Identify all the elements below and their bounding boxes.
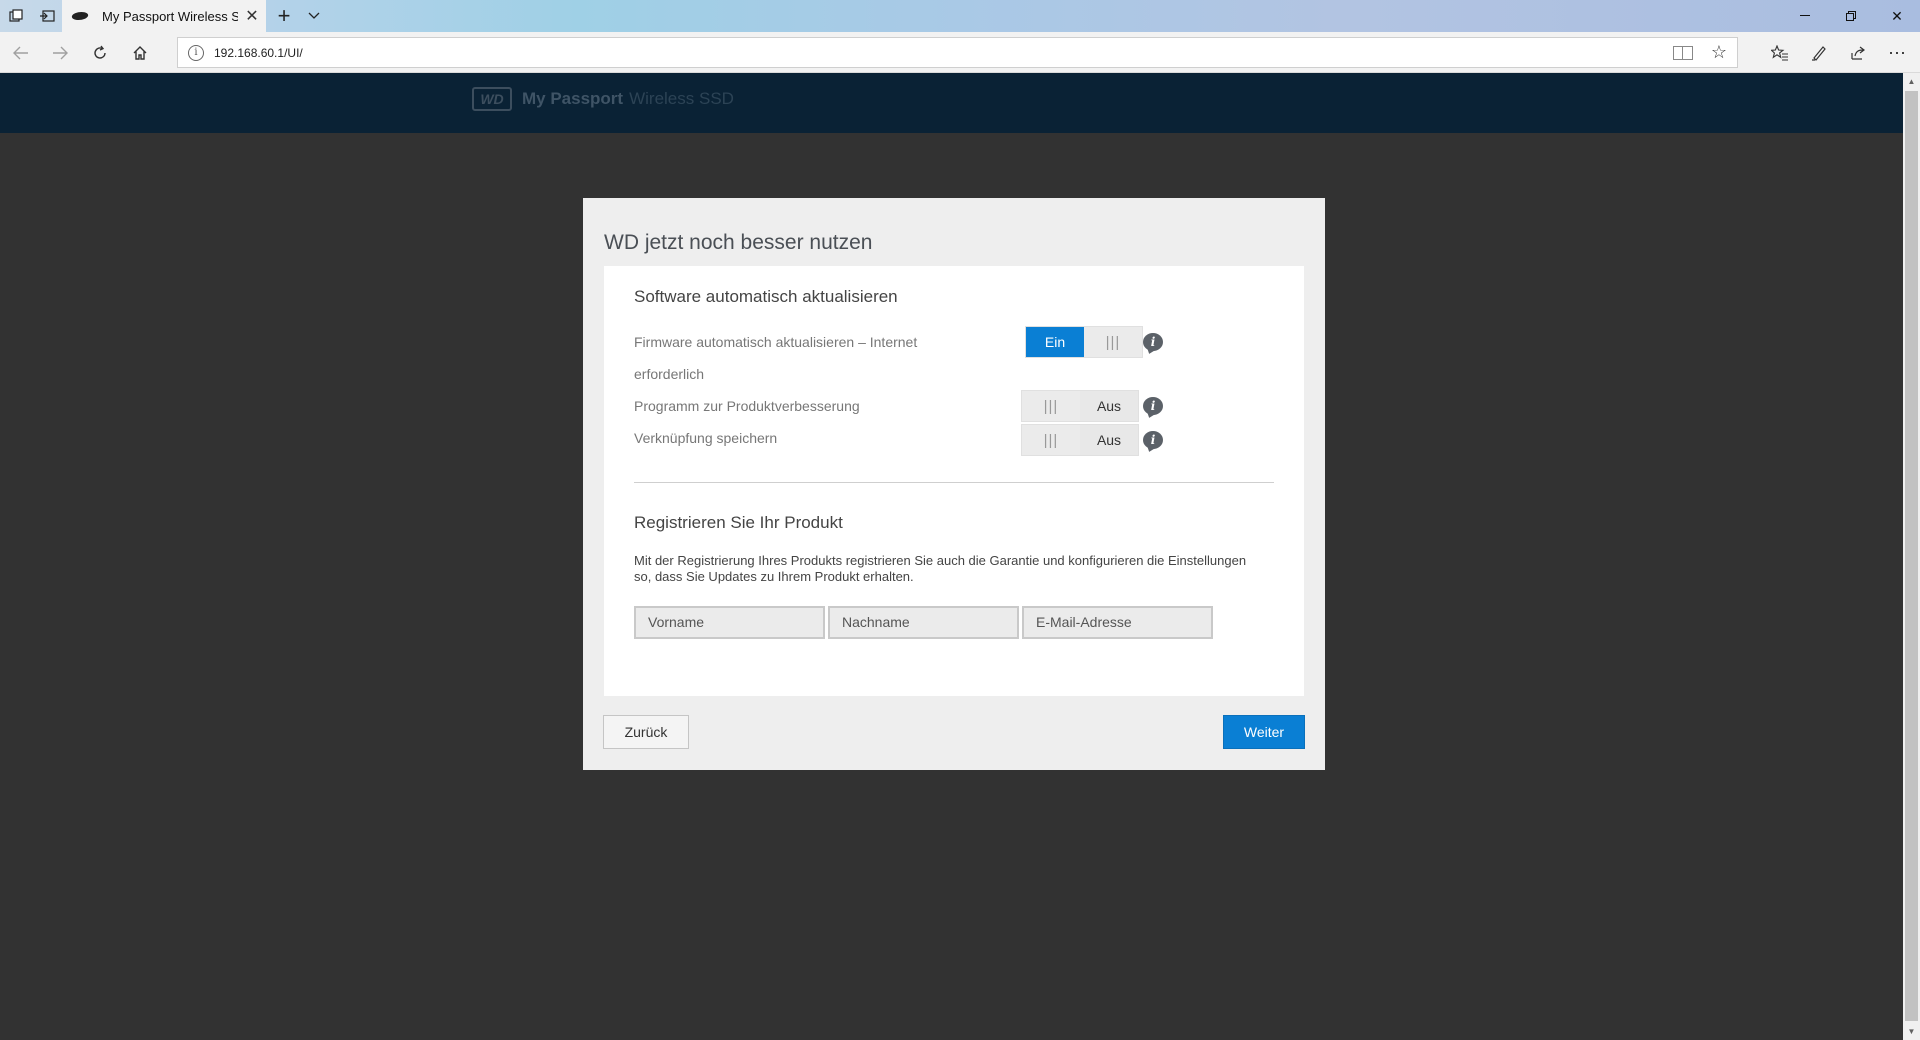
scroll-down-icon[interactable]: ▼ [1903, 1023, 1920, 1040]
browser-navbar: i 192.168.60.1/UI/ ☆ ⋯ [0, 32, 1920, 73]
back-button[interactable]: Zurück [603, 715, 689, 749]
page-scrollbar[interactable]: ▲ ▼ [1903, 73, 1920, 1040]
restore-icon[interactable] [1828, 0, 1874, 32]
firmware-update-label-line2: erforderlich [634, 366, 705, 382]
tab-title: My Passport Wireless S: [102, 8, 238, 24]
home-icon[interactable] [127, 40, 153, 66]
page-content: WD My Passport Wireless SSD WD jetzt noc… [0, 73, 1903, 1040]
firmware-update-label: Firmware automatisch aktualisieren – Int… [634, 326, 917, 390]
toggle-state-off[interactable]: Aus [1080, 391, 1138, 421]
set-aside-tabs-icon[interactable] [38, 7, 56, 25]
url-text[interactable]: 192.168.60.1/UI/ [214, 46, 1673, 60]
more-options-icon[interactable]: ⋯ [1884, 40, 1910, 66]
dialog-title: WD jetzt noch besser nutzen [604, 231, 873, 254]
last-name-field[interactable]: Nachname [828, 606, 1019, 639]
software-section-title: Software automatisch aktualisieren [634, 287, 898, 306]
info-icon[interactable]: i [1143, 397, 1163, 415]
setup-dialog: WD jetzt noch besser nutzen Software aut… [583, 198, 1325, 770]
brand-name: My Passport [522, 89, 624, 108]
toggle-state-on[interactable]: Ein [1026, 327, 1084, 357]
toggle-state-off[interactable]: Aus [1080, 425, 1138, 455]
favorite-star-icon[interactable]: ☆ [1711, 42, 1727, 63]
next-button[interactable]: Weiter [1223, 715, 1305, 749]
product-improvement-toggle[interactable]: ||| Aus [1021, 390, 1139, 422]
firmware-update-toggle[interactable]: Ein ||| [1025, 326, 1143, 358]
refresh-icon[interactable] [87, 40, 113, 66]
pen-icon[interactable] [1806, 40, 1832, 66]
address-bar[interactable]: i 192.168.60.1/UI/ ☆ [177, 37, 1738, 68]
register-section-title: Registrieren Sie Ihr Produkt [634, 513, 843, 532]
toggle-grip-icon[interactable]: ||| [1084, 327, 1142, 357]
info-icon[interactable]: i [1143, 431, 1163, 449]
wd-logo: WD [472, 87, 512, 111]
scroll-up-icon[interactable]: ▲ [1903, 73, 1920, 90]
toggle-grip-icon[interactable]: ||| [1022, 425, 1080, 455]
browser-titlebar: My Passport Wireless S: ✕ + ✕ [0, 0, 1920, 32]
save-shortcut-label: Verknüpfung speichern [634, 430, 778, 446]
register-description: Mit der Registrierung Ihres Produkts reg… [634, 553, 1247, 584]
share-icon[interactable] [1845, 40, 1871, 66]
close-window-icon[interactable]: ✕ [1874, 0, 1920, 32]
back-arrow-icon[interactable] [8, 40, 34, 66]
tab-actions-icon[interactable] [7, 7, 25, 25]
close-tab-icon[interactable]: ✕ [238, 6, 266, 26]
dialog-body: Software automatisch aktualisieren Firmw… [604, 266, 1304, 696]
toggle-grip-icon[interactable]: ||| [1022, 391, 1080, 421]
forward-arrow-icon[interactable] [47, 40, 73, 66]
chevron-down-icon[interactable] [304, 4, 324, 28]
minimize-icon[interactable] [1782, 0, 1828, 32]
save-shortcut-toggle[interactable]: ||| Aus [1021, 424, 1139, 456]
info-icon[interactable]: i [1143, 333, 1163, 351]
app-header: WD My Passport Wireless SSD [0, 73, 1903, 133]
product-improvement-label: Programm zur Produktverbesserung [634, 398, 860, 414]
brand-model: Wireless SSD [629, 89, 734, 108]
browser-tab-active[interactable]: My Passport Wireless S: ✕ [62, 0, 266, 32]
reading-view-icon[interactable] [1672, 45, 1693, 60]
section-divider [634, 482, 1274, 483]
scroll-thumb[interactable] [1905, 91, 1918, 1021]
firmware-update-label-line1: Firmware automatisch aktualisieren – Int… [634, 334, 918, 350]
wd-favicon-icon [70, 12, 90, 20]
brand: WD My Passport Wireless SSD [472, 87, 734, 111]
favorites-list-icon[interactable] [1767, 40, 1793, 66]
site-info-icon[interactable]: i [188, 44, 204, 61]
first-name-field[interactable]: Vorname [634, 606, 825, 639]
email-field[interactable]: E-Mail-Adresse [1022, 606, 1213, 639]
new-tab-icon[interactable]: + [272, 3, 296, 29]
